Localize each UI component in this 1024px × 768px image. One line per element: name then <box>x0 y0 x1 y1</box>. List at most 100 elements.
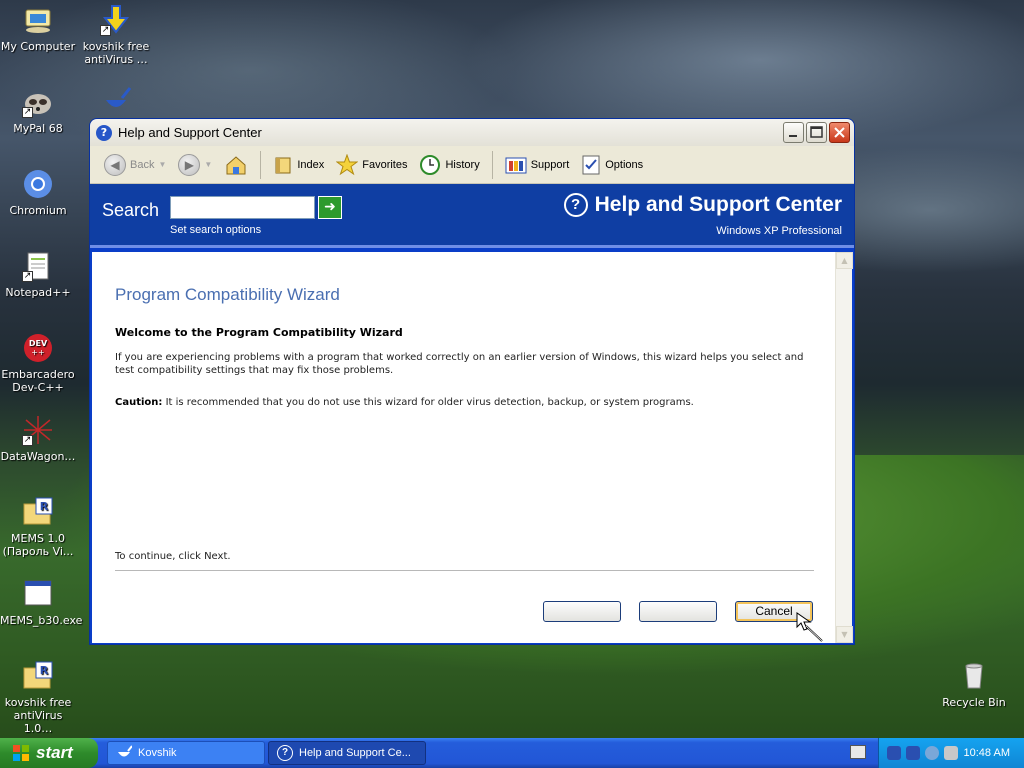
application-window-icon <box>22 578 54 610</box>
desktop-icon-recycle-bin[interactable]: Recycle Bin <box>936 660 1012 709</box>
system-tray: 10:48 AM <box>878 738 1024 768</box>
windows-logo-icon <box>13 745 29 761</box>
start-label: start <box>36 743 73 762</box>
ladle-tray-icon[interactable] <box>887 746 901 760</box>
desktop-icon-datawagon[interactable]: ↗ DataWagon… <box>0 414 76 463</box>
vertical-scrollbar[interactable]: ▲ ▼ <box>835 252 853 643</box>
history-label: History <box>445 158 480 171</box>
help-question-icon: ? <box>96 124 112 141</box>
folder-r-icon: R <box>22 660 54 692</box>
options-checklist-icon <box>582 155 600 174</box>
search-go-button[interactable]: ➜ <box>318 196 342 219</box>
desktop-icon-notepadpp[interactable]: ↗ Notepad++ <box>0 250 76 299</box>
search-banner: Search ➜ Set search options ? Help and S… <box>90 184 854 248</box>
mypal-raccoon-icon: ↗ <box>22 86 54 118</box>
wizard-back-button[interactable] <box>543 601 621 622</box>
desktop-icon-label: My Computer <box>0 40 76 53</box>
forward-dropdown-icon[interactable]: ▼ <box>204 160 212 169</box>
index-book-icon <box>275 157 291 173</box>
wizard-title: Program Compatibility Wizard <box>115 285 340 304</box>
support-icon <box>505 157 527 173</box>
volume-tray-icon[interactable] <box>944 746 958 760</box>
toolbar-separator <box>491 150 493 179</box>
taskbar-item-help-center[interactable]: ? Help and Support Ce... <box>268 741 426 765</box>
search-input[interactable] <box>170 196 315 219</box>
desktop-icon-mems[interactable]: R MEMS 1.0 (Пароль Vi... <box>0 496 76 558</box>
forward-arrow-icon: ▶ <box>178 153 201 176</box>
desktop-icon-kovshik-folder[interactable]: R kovshik free antiVirus 1.0… <box>0 660 76 735</box>
scroll-down-arrow-icon[interactable]: ▼ <box>836 626 853 643</box>
favorites-star-icon <box>336 153 359 175</box>
options-label: Options <box>605 158 644 171</box>
desktop-icon-devcpp[interactable]: DEV ++ Embarcadero Dev-C++ <box>0 332 76 394</box>
svg-text:R: R <box>40 664 49 677</box>
window-controls <box>783 122 850 143</box>
ladle-icon <box>100 86 132 118</box>
download-arrow-icon: ↗ <box>100 4 132 36</box>
back-arrow-icon: ◀ <box>104 153 126 176</box>
keyboard-layout-icon[interactable] <box>850 745 866 759</box>
devcpp-icon: DEV ++ <box>22 332 54 364</box>
forward-button[interactable]: ▶ ▼ <box>174 151 216 179</box>
close-button[interactable] <box>829 122 850 143</box>
set-search-options-link[interactable]: Set search options <box>170 224 261 236</box>
history-button[interactable]: History <box>415 151 483 179</box>
caution-label: Caution: <box>115 397 163 408</box>
back-button[interactable]: ◀ Back ▼ <box>100 151 170 179</box>
index-button[interactable]: Index <box>269 152 328 178</box>
history-clock-icon <box>420 154 441 175</box>
minimize-button[interactable] <box>783 122 804 143</box>
back-label: Back <box>130 158 155 171</box>
wizard-caution: Caution: It is recommended that you do n… <box>115 397 694 408</box>
window-title: Help and Support Center <box>118 125 262 140</box>
index-label: Index <box>297 158 325 171</box>
desktop-icon-label: MEMS_b30.exe <box>0 614 83 627</box>
start-button[interactable]: start <box>0 738 98 768</box>
desktop-icon-label: DataWagon… <box>0 450 76 463</box>
desktop-icon-label: Embarcadero Dev-C++ <box>1 368 75 394</box>
edition-label: Windows XP Professional <box>716 225 842 237</box>
desktop-icon-mems-exe[interactable]: MEMS_b30.exe <box>0 578 83 627</box>
back-dropdown-icon[interactable]: ▼ <box>158 160 166 169</box>
desktop-icon-kovshik-2[interactable] <box>78 86 154 122</box>
ladle-icon <box>118 745 132 757</box>
shortcut-arrow-icon: ↗ <box>100 25 111 36</box>
desktop-icon-label: MEMS 1.0 (Пароль Vi... <box>2 532 74 558</box>
window-titlebar[interactable]: ? Help and Support Center <box>90 119 854 146</box>
wizard-welcome-heading: Welcome to the Program Compatibility Wiz… <box>115 326 403 339</box>
help-question-icon: ? <box>563 193 588 217</box>
desktop-icon-mypal[interactable]: ↗ MyPal 68 <box>0 86 76 135</box>
wizard-content-pane: Program Compatibility Wizard Welcome to … <box>92 252 853 643</box>
support-label: Support <box>530 158 570 171</box>
svg-text:DEV: DEV <box>29 339 48 348</box>
desktop-icon-chromium[interactable]: Chromium <box>0 168 76 217</box>
network-tray-icon[interactable] <box>925 746 939 760</box>
wizard-next-button[interactable] <box>639 601 717 622</box>
shortcut-arrow-icon: ↗ <box>22 435 33 446</box>
taskbar-item-label: Kovshik <box>138 747 177 759</box>
taskbar-item-kovshik[interactable]: Kovshik <box>107 741 265 765</box>
divider <box>115 570 814 571</box>
desktop-icon-kovshik-1[interactable]: ↗ kovshik free antiVirus … <box>78 4 154 66</box>
scroll-up-arrow-icon[interactable]: ▲ <box>836 252 853 269</box>
ladle-tray-icon[interactable] <box>906 746 920 760</box>
toolbar-separator <box>260 150 262 179</box>
options-button[interactable]: Options <box>577 151 647 179</box>
desktop-icon-label: kovshik free antiVirus … <box>82 40 150 66</box>
shortcut-arrow-icon: ↗ <box>22 107 33 118</box>
svg-text:R: R <box>40 500 49 513</box>
favorites-button[interactable]: Favorites <box>332 151 411 179</box>
maximize-button[interactable] <box>806 122 827 143</box>
datawagon-icon: ↗ <box>22 414 54 446</box>
desktop-icon-my-computer[interactable]: My Computer <box>0 4 76 53</box>
support-button[interactable]: Support <box>501 152 574 178</box>
favorites-label: Favorites <box>362 158 408 171</box>
home-button[interactable] <box>220 151 252 179</box>
help-question-icon: ? <box>277 745 293 761</box>
taskbar: start Kovshik ? Help and Support Ce... 1… <box>0 738 1024 768</box>
desktop-icon-label: kovshik free antiVirus 1.0… <box>4 696 72 735</box>
clock[interactable]: 10:48 AM <box>964 747 1010 759</box>
desktop-icon-label: MyPal 68 <box>13 122 63 135</box>
desktop-icon-label: Recycle Bin <box>942 696 1006 709</box>
desktop-icon-label: Notepad++ <box>5 286 71 299</box>
